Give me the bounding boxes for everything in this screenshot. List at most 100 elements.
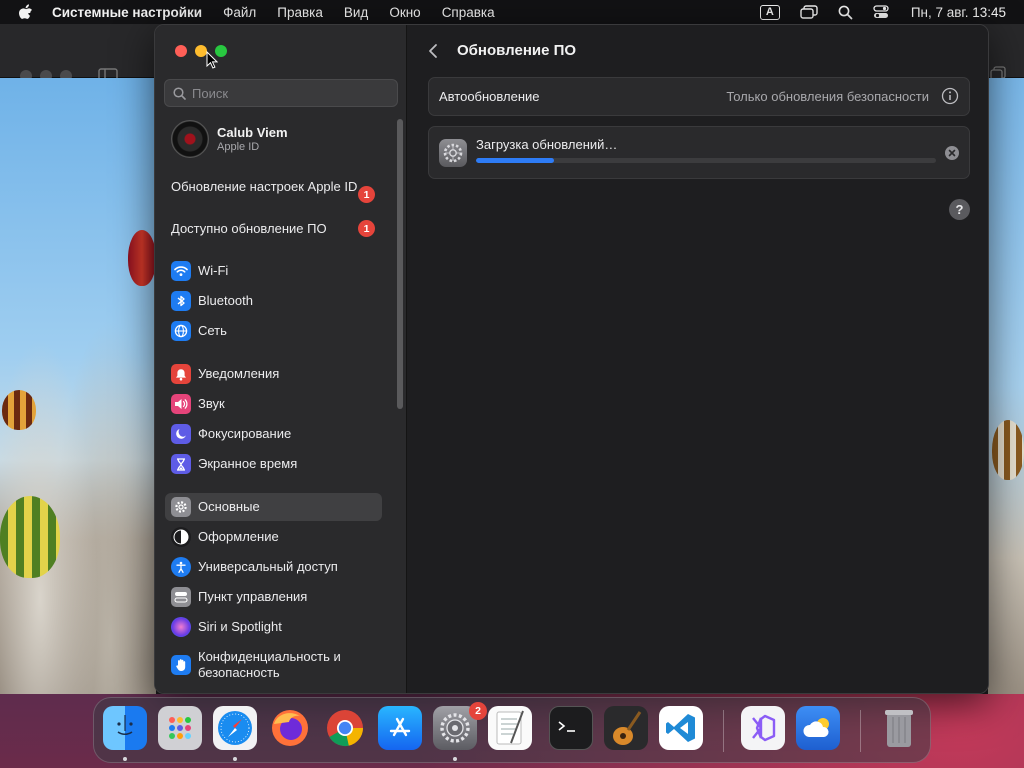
sidebar-item-general[interactable]: Основные [165,493,382,521]
app-store-icon[interactable] [378,706,422,750]
close-icon [948,149,956,157]
sidebar-scrollbar[interactable] [397,119,403,409]
firefox-icon[interactable] [268,706,312,750]
menu-view[interactable]: Вид [344,5,368,20]
control-center-icon[interactable] [873,5,889,19]
weather-icon[interactable] [796,706,840,750]
textedit-icon[interactable] [488,706,532,750]
control-center-icon [171,587,191,607]
sidebar-item-siri-spotlight[interactable]: Siri и Spotlight [165,613,382,641]
bluetooth-icon [171,291,191,311]
sidebar-item-wifi[interactable]: Wi-Fi [165,257,382,285]
sidebar-item-label: Wi-Fi [198,263,229,278]
moon-icon [171,424,191,444]
hourglass-icon [171,454,191,474]
running-indicator [233,757,237,761]
hot-air-balloon [0,496,60,578]
dock-separator [723,710,724,752]
software-update-notice[interactable]: Доступно обновление ПО [171,221,376,237]
sidebar-item-label: Фокусирование [198,426,292,441]
dock: 2 [93,697,931,763]
sidebar-item-network[interactable]: Сеть [165,317,382,345]
chrome-icon[interactable] [323,706,367,750]
download-progress-bar [476,158,936,163]
notice-label: Обновление настроек Apple ID [171,179,358,194]
sidebar-item-focus[interactable]: Фокусирование [165,420,382,448]
sidebar-item-screen-time[interactable]: Экранное время [165,450,382,478]
sidebar-item-sound[interactable]: Звук [165,390,382,418]
sidebar: Calub Viem Apple ID Обновление настроек … [155,25,407,693]
sidebar-item-label: Экранное время [198,456,298,471]
menu-help[interactable]: Справка [442,5,495,20]
running-indicator [123,757,127,761]
sidebar-item-label: Основные [198,499,260,514]
bell-icon [171,364,191,384]
menu-clock[interactable]: Пн, 7 авг. 13:45 [911,5,1006,20]
auto-update-value: Только обновления безопасности [726,89,929,104]
wallpaper-photo-right [988,78,1024,694]
cancel-download-button[interactable] [945,146,959,160]
input-source-label: A [759,4,780,20]
search-input[interactable] [192,85,392,101]
apple-id-account[interactable]: Calub Viem Apple ID [171,119,401,159]
accessibility-icon [171,557,191,577]
apple-menu-icon[interactable] [18,3,34,20]
system-settings-window: Calub Viem Apple ID Обновление настроек … [154,24,989,694]
terminal-icon[interactable] [549,706,593,750]
vscode-icon[interactable] [659,706,703,750]
sidebar-item-privacy-security[interactable]: Конфиденциальность и безопасность [165,647,382,683]
sidebar-item-label: Конфиденциальность и безопасность [198,649,341,680]
apple-id-update-notice[interactable]: Обновление настроек Apple ID [171,179,376,195]
sidebar-item-appearance[interactable]: Оформление [165,523,382,551]
auto-update-row: Автообновление Только обновления безопас… [428,77,970,116]
back-chevron-icon[interactable] [428,43,444,59]
sidebar-item-notifications[interactable]: Уведомления [165,360,382,388]
menu-file[interactable]: Файл [223,5,256,20]
wallpaper-photo-left [0,78,156,694]
account-subtitle: Apple ID [217,141,260,153]
search-icon [173,86,186,100]
download-update-row: Загрузка обновлений… [428,126,970,179]
wifi-icon [171,261,191,281]
dock-badge: 2 [469,702,487,720]
finder-icon[interactable] [103,706,147,750]
menu-window[interactable]: Окно [389,5,420,20]
gear-icon [171,497,191,517]
visual-studio-icon[interactable] [741,706,785,750]
launchpad-icon[interactable] [158,706,202,750]
account-name: Calub Viem [217,125,288,140]
trash-icon[interactable] [877,706,921,750]
menu-edit[interactable]: Правка [277,5,323,20]
running-indicator [453,757,457,761]
menu-app-name[interactable]: Системные настройки [52,5,202,20]
hand-icon [171,655,191,675]
spotlight-search-icon[interactable] [838,5,853,20]
garageband-icon[interactable] [604,706,648,750]
menu-bar: Системные настройки Файл Правка Вид Окно… [0,0,1024,24]
appearance-icon [171,527,191,547]
siri-icon [171,617,191,637]
info-icon[interactable] [941,87,959,105]
sidebar-item-accessibility[interactable]: Универсальный доступ [165,553,382,581]
sidebar-item-bluetooth[interactable]: Bluetooth [165,287,382,315]
input-source-icon[interactable]: A [759,4,780,20]
search-field[interactable] [164,79,398,107]
sidebar-item-label: Уведомления [198,366,280,381]
auto-update-label: Автообновление [439,89,540,104]
hot-air-balloon [128,230,156,286]
sidebar-item-control-center[interactable]: Пункт управления [165,583,382,611]
hot-air-balloon [992,420,1024,480]
sidebar-item-label: Bluetooth [198,293,253,308]
dock-separator [860,710,861,752]
screen-mirroring-icon[interactable] [800,5,818,19]
software-update-gear-icon [439,139,467,167]
download-status-text: Загрузка обновлений… [476,137,618,152]
notice-label: Доступно обновление ПО [171,221,327,236]
window-close-button[interactable] [175,45,187,57]
sidebar-item-label: Оформление [198,529,279,544]
main-pane: Обновление ПО Автообновление Только обно… [408,25,988,693]
hot-air-balloon [2,390,36,430]
sidebar-item-label: Siri и Spotlight [198,619,282,634]
safari-icon[interactable] [213,706,257,750]
help-button[interactable]: ? [949,199,970,220]
